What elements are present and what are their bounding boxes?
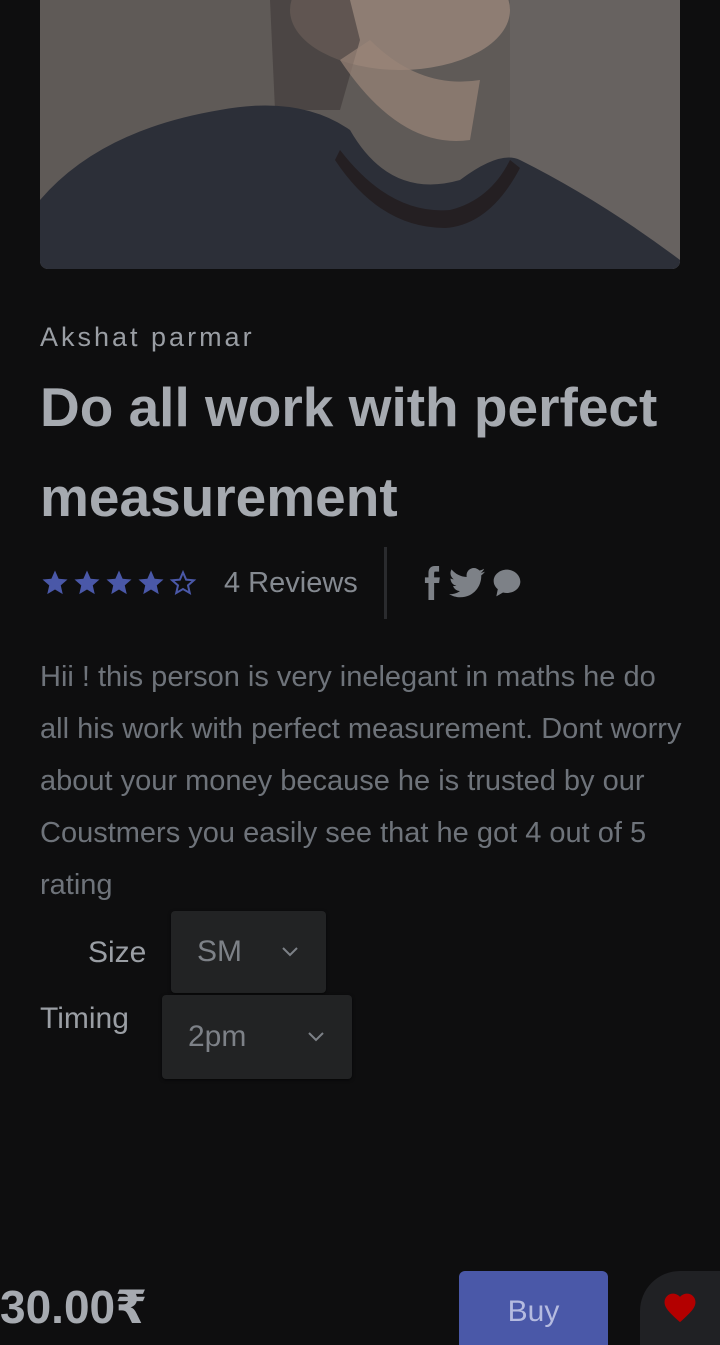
size-label: Size	[88, 936, 147, 969]
star-icon	[72, 568, 102, 598]
size-select[interactable]: SM	[171, 911, 326, 993]
timing-select[interactable]: 2pm	[162, 995, 352, 1079]
product-description: Hii ! this person is very inelegant in m…	[40, 661, 682, 901]
size-select-value: SM	[197, 935, 242, 968]
chevron-down-icon	[306, 1031, 326, 1043]
heart-icon	[661, 1289, 699, 1328]
divider	[383, 547, 387, 619]
chevron-down-icon	[280, 946, 300, 958]
reviews-link[interactable]: 4 Reviews	[224, 567, 358, 600]
star-icon	[136, 568, 166, 598]
timing-label: Timing	[40, 1002, 129, 1035]
chat-icon[interactable]	[491, 567, 523, 599]
star-outline-icon	[168, 568, 198, 598]
twitter-icon[interactable]	[448, 567, 485, 599]
price: 30.00₹	[0, 1281, 148, 1333]
facebook-icon[interactable]	[421, 566, 443, 600]
timing-select-value: 2pm	[188, 1020, 247, 1053]
star-rating	[40, 568, 198, 598]
star-icon	[40, 568, 70, 598]
buy-button[interactable]: Buy	[459, 1271, 608, 1345]
favorite-button[interactable]	[640, 1271, 720, 1345]
product-image	[40, 0, 680, 269]
product-title: Do all work with perfect measurement	[40, 376, 658, 528]
seller-name: Akshat parmar	[40, 322, 255, 352]
share-icons	[421, 566, 523, 600]
star-icon	[104, 568, 134, 598]
rating-row: 4 Reviews	[40, 546, 523, 620]
